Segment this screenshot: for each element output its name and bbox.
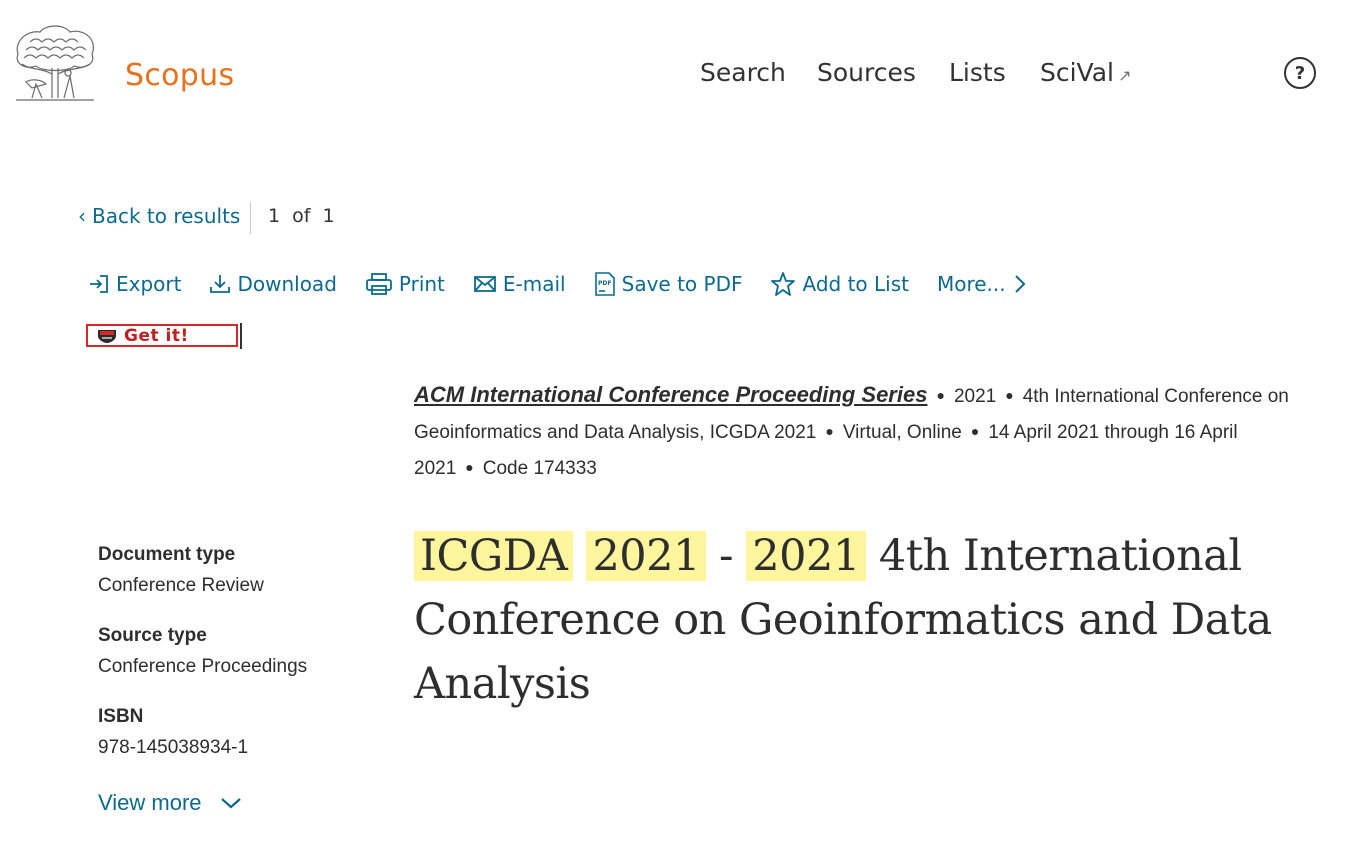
nav-scival-label: SciVal [1040, 58, 1114, 87]
nav-search-link[interactable]: Search [700, 58, 786, 87]
series-link[interactable]: ACM International Conference Proceeding … [414, 382, 927, 407]
result-index: 1 [268, 205, 281, 227]
back-to-results-label: Back to results [92, 204, 241, 228]
document-type-section: Document type Conference Review [98, 544, 264, 597]
title-highlight: 2021 [586, 531, 706, 581]
download-icon [210, 275, 231, 293]
conference-location: Virtual, Online [842, 422, 962, 443]
nav-scival-link[interactable]: SciVal ↗ [1040, 58, 1131, 87]
document-type-label: Document type [98, 544, 236, 565]
svg-text:PDF: PDF [598, 280, 611, 287]
main-nav: Search Sources Lists SciVal ↗ [0, 58, 1356, 98]
isbn-section: ISBN 978-145038934-1 [98, 706, 248, 759]
email-icon [474, 276, 496, 292]
title-dash: - [719, 531, 734, 581]
export-icon [90, 275, 108, 293]
add-to-list-label: Add to List [802, 272, 909, 296]
source-type-value: Conference Proceedings [98, 656, 308, 677]
more-label: More... [936, 272, 1006, 296]
star-icon [771, 272, 796, 296]
document-type-value: Conference Review [98, 575, 264, 596]
chevron-right-icon [1014, 275, 1026, 293]
source-year: 2021 [953, 386, 997, 407]
nav-sources-link[interactable]: Sources [817, 58, 916, 87]
source-type-section: Source type Conference Proceedings [98, 625, 307, 678]
view-more-label: View more [98, 790, 202, 815]
back-to-results-link[interactable]: ‹ Back to results [78, 204, 240, 228]
title-highlight: 2021 [746, 531, 866, 581]
chevron-left-icon: ‹ [78, 204, 86, 228]
download-label: Download [237, 272, 337, 296]
print-icon [365, 273, 392, 295]
isbn-value: 978-145038934-1 [98, 737, 249, 758]
print-button[interactable]: Print [365, 272, 445, 296]
document-title: ICGDA 2021 - 2021 4th International Conf… [414, 524, 1314, 716]
separator-dot: ● [970, 423, 980, 439]
source-type-label: Source type [98, 625, 207, 646]
nav-lists-link[interactable]: Lists [949, 58, 1006, 87]
view-more-button[interactable]: View more [98, 790, 242, 816]
text-cursor [240, 323, 242, 349]
save-to-pdf-label: Save to PDF [621, 272, 743, 296]
title-highlight: ICGDA [414, 531, 574, 581]
chevron-down-icon [220, 798, 241, 809]
export-button[interactable]: Export [88, 272, 181, 296]
email-button[interactable]: E-mail [473, 272, 566, 296]
document-toolbar: Export Download Print E-mail PDF Save to… [88, 268, 1028, 300]
more-button[interactable]: More... [937, 272, 1028, 296]
separator-dot: ● [825, 423, 834, 439]
result-of-label: of [292, 205, 311, 227]
add-to-list-button[interactable]: Add to List [770, 271, 909, 297]
download-button[interactable]: Download [209, 272, 337, 296]
result-total: 1 [322, 205, 335, 227]
pdf-icon: PDF [594, 272, 615, 296]
separator-dot: ● [465, 459, 474, 475]
divider [250, 202, 251, 234]
email-label: E-mail [502, 272, 566, 296]
external-link-icon: ↗ [1118, 66, 1132, 85]
result-position: 1 of 1 [268, 205, 335, 227]
get-it-label: Get it! [124, 325, 189, 346]
isbn-label: ISBN [98, 706, 144, 727]
shield-icon [98, 329, 116, 343]
conference-code: Code 174333 [482, 458, 597, 479]
get-it-button[interactable]: Get it! [86, 324, 238, 347]
source-info: ACM International Conference Proceeding … [414, 378, 1324, 486]
save-to-pdf-button[interactable]: PDF Save to PDF [594, 271, 743, 297]
export-label: Export [116, 272, 182, 296]
separator-dot: ● [1005, 387, 1014, 403]
print-label: Print [398, 272, 445, 296]
help-icon[interactable]: ? [1284, 57, 1316, 89]
separator-dot: ● [936, 387, 945, 403]
